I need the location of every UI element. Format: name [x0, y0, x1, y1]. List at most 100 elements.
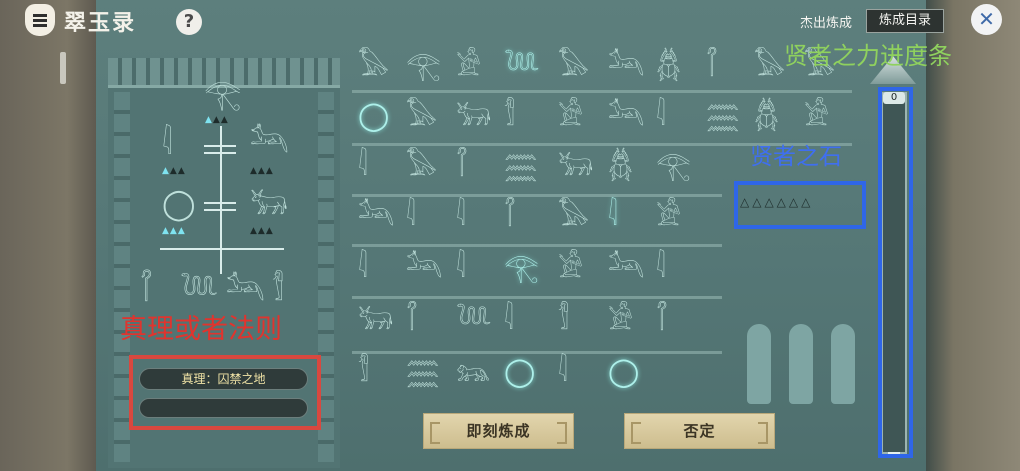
tree-branch	[204, 145, 236, 147]
glyph-bird-icon[interactable]: 𓅃	[406, 152, 437, 180]
grid-divider	[352, 90, 852, 93]
statue-icon	[789, 324, 813, 404]
glyph-ring-icon[interactable]: ◯	[504, 358, 535, 386]
glyph-bird-icon[interactable]: 𓅃	[754, 52, 785, 80]
glyph-ring-icon[interactable]: ◯	[358, 102, 389, 130]
glyph-jackal-icon[interactable]: 𓃢	[358, 202, 394, 230]
glyph-eye-icon[interactable]: 𓂀	[406, 52, 441, 80]
top-bar: 翠玉录 ? 杰出炼成 炼成目录 ✕	[0, 0, 1020, 40]
tree-reed-icon[interactable]: 𓇋	[162, 130, 172, 160]
tree-branch	[204, 209, 236, 211]
glyph-beetle-icon[interactable]: 𓆣	[754, 102, 779, 130]
tree-reed-stars: ▲▲▲	[162, 166, 186, 176]
logo-badge-icon	[25, 4, 55, 36]
app-title: 翠玉录	[64, 10, 137, 36]
glyph-jackal-icon[interactable]: 𓃢	[608, 102, 644, 130]
glyph-snake-icon[interactable]: 𓆙	[504, 52, 540, 80]
glyph-sitting-man-icon[interactable]: 𓀀	[608, 306, 633, 334]
tree-scepter-icon[interactable]: 𓋾	[140, 276, 152, 306]
glyph-bird-icon[interactable]: 𓅃	[558, 202, 589, 230]
glyph-sitting-man-icon[interactable]: 𓀀	[804, 102, 829, 130]
truth-annotation-box	[129, 355, 321, 430]
tree-bull-icon[interactable]: 𓃒	[250, 190, 288, 220]
glyph-water-icon[interactable]: 𓈗	[706, 102, 740, 130]
glyph-reed-icon[interactable]: 𓇋	[608, 202, 618, 230]
glyph-bull-icon[interactable]: 𓃒	[558, 152, 593, 180]
glyph-bird-icon[interactable]: 𓅃	[358, 52, 389, 80]
deny-button[interactable]: 否定	[624, 413, 775, 449]
glyph-eye-icon[interactable]: 𓂀	[656, 152, 691, 180]
forge-now-button[interactable]: 即刻炼成	[423, 413, 574, 449]
glyph-reed-icon[interactable]: 𓇋	[558, 358, 568, 386]
tree-mummy-icon[interactable]: 𓀾	[272, 276, 284, 306]
glyph-water-icon[interactable]: 𓈗	[406, 358, 440, 386]
glyph-water-icon[interactable]: 𓈗	[504, 152, 538, 180]
sage-stone-annotation-box	[734, 181, 866, 229]
statue-icon	[747, 324, 771, 404]
grid-divider	[352, 244, 722, 247]
grid-divider	[352, 351, 722, 354]
glyph-reed-icon[interactable]: 𓇋	[656, 102, 666, 130]
glyph-scepter-icon[interactable]: 𓋾	[706, 52, 718, 80]
tree-branch	[204, 202, 236, 204]
tree-ring-icon[interactable]: ◯	[162, 190, 196, 220]
glyph-reed-icon[interactable]: 𓇋	[504, 306, 514, 334]
progress-annotation-label: 贤者之力进度条	[784, 42, 952, 70]
left-pillar	[114, 92, 130, 462]
glyph-reed-icon[interactable]: 𓇋	[456, 254, 466, 282]
tree-eye-icon[interactable]: 𓂀	[204, 80, 241, 110]
glyph-scepter-icon[interactable]: 𓋾	[406, 306, 418, 334]
glyph-jackal-icon[interactable]: 𓃢	[608, 52, 644, 80]
wall-slit	[60, 52, 66, 84]
tree-bull-stars: ▲▲▲	[250, 226, 274, 236]
glyph-sitting-man-icon[interactable]: 𓀀	[558, 254, 583, 282]
glyph-lion-icon[interactable]: 𓃬	[456, 358, 490, 386]
sage-stone-annotation-label: 贤者之石	[750, 144, 842, 170]
glyph-beetle-icon[interactable]: 𓆣	[656, 52, 681, 80]
glyph-reed-icon[interactable]: 𓇋	[456, 202, 466, 230]
tree-eye-stars: ▲▲▲	[205, 115, 229, 125]
glyph-scepter-icon[interactable]: 𓋾	[656, 306, 668, 334]
tree-ring-stars: ▲▲▲	[162, 226, 186, 236]
glyph-bull-icon[interactable]: 𓃒	[358, 306, 393, 334]
tree-base-line	[160, 248, 284, 250]
statue-icon	[831, 324, 855, 404]
glyph-jackal-icon[interactable]: 𓃢	[406, 254, 442, 282]
glyph-sitting-man-icon[interactable]: 𓀀	[558, 102, 583, 130]
progress-annotation-box	[878, 87, 913, 458]
glyph-snake-icon[interactable]: 𓆙	[456, 306, 492, 334]
tree-trunk	[220, 126, 222, 274]
right-wall-backdrop	[925, 0, 1020, 471]
glyph-mummy-icon[interactable]: 𓀾	[358, 358, 369, 386]
glyph-bird-icon[interactable]: 𓅃	[558, 52, 589, 80]
glyph-reed-icon[interactable]: 𓇋	[358, 254, 368, 282]
glyph-sitting-man-icon[interactable]: 𓀀	[456, 52, 481, 80]
glyph-reed-icon[interactable]: 𓇋	[656, 254, 666, 282]
tree-branch	[204, 152, 236, 154]
glyph-mummy-icon[interactable]: 𓀾	[558, 306, 569, 334]
glyph-bull-icon[interactable]: 𓃒	[456, 102, 491, 130]
glyph-ring-icon[interactable]: ◯	[608, 358, 639, 386]
left-wall-backdrop	[0, 0, 96, 471]
glyph-eye-icon[interactable]: 𓂀	[504, 254, 539, 282]
glyph-beetle-icon[interactable]: 𓆣	[608, 152, 633, 180]
glyph-reed-icon[interactable]: 𓇋	[358, 152, 368, 180]
tree-jackal-icon[interactable]: 𓃢	[226, 276, 265, 306]
close-icon[interactable]: ✕	[971, 4, 1002, 35]
glyph-reed-icon[interactable]: 𓇋	[406, 202, 416, 230]
outstanding-forge-link[interactable]: 杰出炼成	[800, 12, 852, 31]
glyph-scepter-icon[interactable]: 𓋾	[456, 152, 468, 180]
tree-snake-icon[interactable]: 𓆙	[180, 276, 218, 306]
grid-divider	[352, 194, 722, 197]
forge-catalog-button[interactable]: 炼成目录	[866, 9, 944, 33]
help-button[interactable]: ?	[176, 9, 202, 35]
truth-annotation-label: 真理或者法则	[120, 314, 282, 345]
glyph-scepter-icon[interactable]: 𓋾	[504, 202, 516, 230]
glyph-sitting-man-icon[interactable]: 𓀀	[656, 202, 681, 230]
glyph-bird-icon[interactable]: 𓅃	[406, 102, 437, 130]
tree-jackal-stars: ▲▲▲	[250, 166, 274, 176]
glyph-mummy-icon[interactable]: 𓀾	[504, 102, 515, 130]
tree-jackal-icon[interactable]: 𓃢	[250, 128, 289, 158]
statue-column	[738, 228, 864, 404]
glyph-jackal-icon[interactable]: 𓃢	[608, 254, 644, 282]
